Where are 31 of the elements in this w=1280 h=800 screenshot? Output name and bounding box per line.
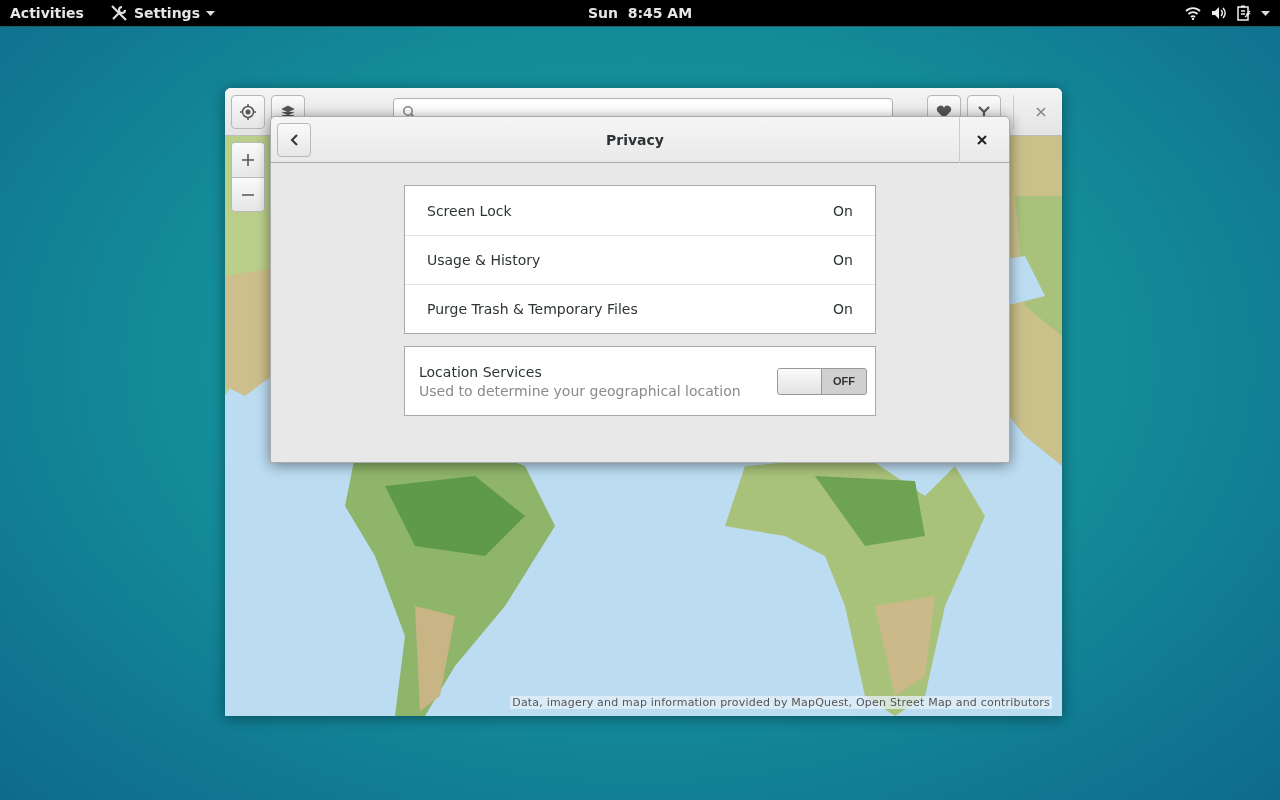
volume-icon[interactable] <box>1211 6 1227 20</box>
search-icon <box>402 104 416 119</box>
plus-icon <box>242 154 254 166</box>
heart-icon <box>936 104 952 119</box>
settings-row[interactable]: Screen Lock On <box>405 186 875 235</box>
location-title: Location Services <box>419 363 543 380</box>
map-attribution: Data, imagery and map information provided by MapQuest, Open Street Map and contributors <box>510 696 1052 709</box>
clock[interactable]: Sun 8:45 AM <box>587 5 693 21</box>
locate-button[interactable] <box>231 94 265 129</box>
zoom-out-button[interactable] <box>232 177 264 211</box>
wifi-icon[interactable] <box>1185 6 1201 20</box>
app-menu[interactable]: Settings <box>133 5 200 21</box>
layers-icon <box>281 104 295 119</box>
caret-icon[interactable] <box>1261 10 1270 16</box>
settings-row[interactable]: Purge Trash & Temporary Files On <box>405 284 875 333</box>
zoom-in-button[interactable] <box>232 143 264 177</box>
close-icon <box>1036 106 1046 117</box>
close-icon <box>976 134 987 145</box>
back-button[interactable] <box>277 122 311 157</box>
tools-icon <box>109 4 128 22</box>
locate-icon <box>240 103 256 120</box>
fork-icon <box>977 104 991 119</box>
dialog-title: Privacy <box>605 131 665 148</box>
location-switch[interactable]: OFF <box>777 367 867 395</box>
settings-row[interactable]: Usage & History On <box>405 235 875 284</box>
back-icon <box>290 133 298 146</box>
location-description: Used to determine your geographical location <box>419 382 742 399</box>
minus-icon <box>242 193 254 196</box>
activities-button[interactable]: Activities <box>10 5 84 21</box>
battery-icon[interactable] <box>1237 5 1251 21</box>
caret-icon <box>205 10 215 16</box>
